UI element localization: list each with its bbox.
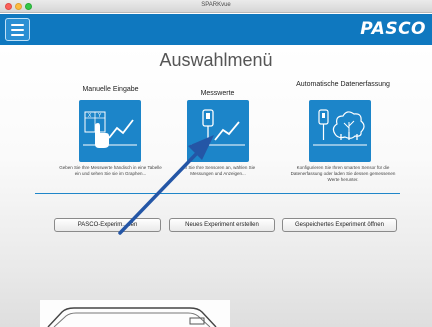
pasco-logo: PASCO [360, 19, 426, 39]
section-divider [35, 193, 400, 194]
hamburger-menu-icon [11, 23, 24, 26]
automatic-data-collection-icon [313, 109, 367, 146]
hamburger-menu-icon-bar [11, 28, 24, 31]
card-title-automatic-data-collection: Automatische Datenerfassung [296, 81, 390, 88]
card-title-sensor-data: Messwerte [200, 90, 235, 97]
hamburger-menu-button[interactable] [5, 18, 30, 41]
card-description-sensor-data: ...n Sie Ihre Sensoren an, wählen Sie Me… [180, 165, 256, 176]
card-title-manual-entry: Manuelle Eingabe [82, 86, 139, 93]
manual-entry-chart-icon: X Y [83, 111, 137, 148]
app-header: PASCO [0, 14, 432, 45]
sensor-device-image [40, 300, 230, 327]
automatic-data-collection-tile[interactable] [309, 100, 371, 162]
hamburger-menu-icon-bar [11, 33, 24, 36]
card-description-automatic-data-collection: Konfigurieren Sie Ihren smarten Sensor f… [290, 165, 396, 182]
window-title: SPARKvue [201, 2, 231, 8]
card-description-manual-entry: Geben Sie Ihre Messwerte händisch in ein… [59, 165, 162, 176]
sensor-data-tile[interactable] [187, 100, 249, 162]
window-titlebar: SPARKvue [0, 0, 432, 13]
new-experiment-button[interactable]: Neues Experiment erstellen [169, 218, 275, 232]
open-saved-experiment-button[interactable]: Gespeichertes Experiment öffnen [282, 218, 397, 232]
pasco-experiments-button[interactable]: PASCO-Experim...nen [54, 218, 161, 232]
page-title: Auswahlmenü [159, 50, 273, 70]
sensor-data-icon [191, 109, 245, 146]
manual-entry-tile[interactable]: X Y [79, 100, 141, 162]
